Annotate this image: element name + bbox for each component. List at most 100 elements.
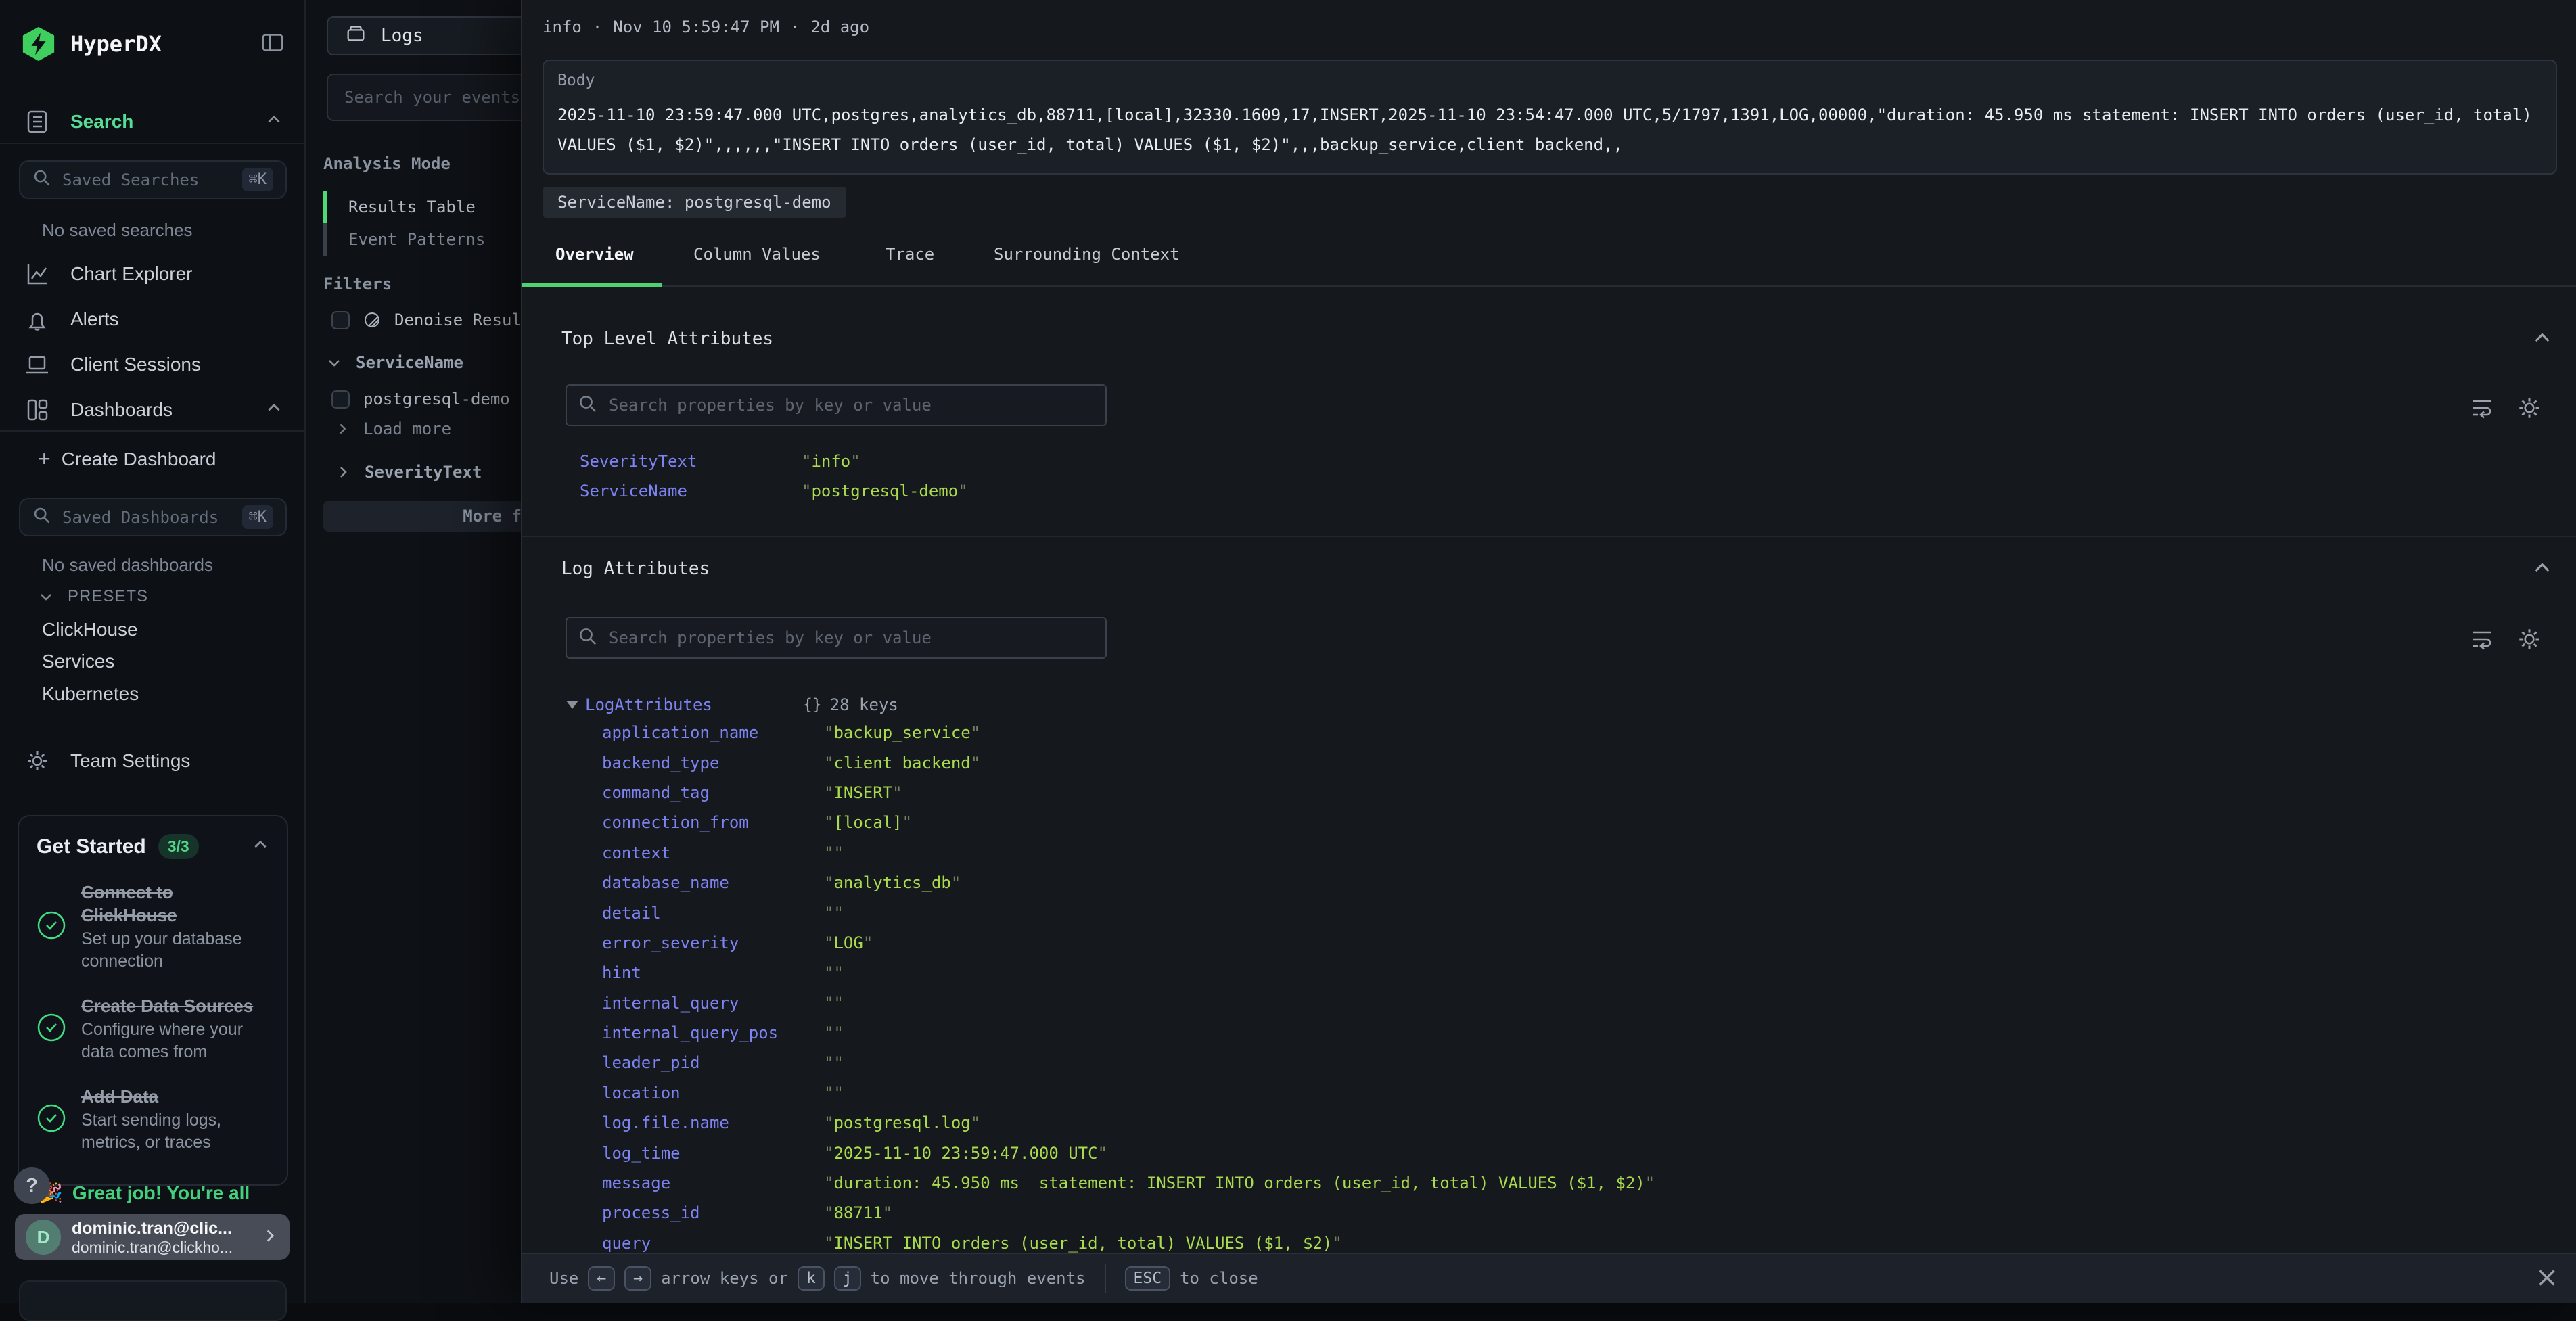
attribute-key[interactable]: process_id — [602, 1203, 824, 1222]
attribute-key[interactable]: internal_query — [602, 994, 824, 1013]
body-label: Body — [557, 72, 2542, 89]
help-button[interactable]: ? — [14, 1167, 50, 1204]
service-name-tag[interactable]: ServiceName: postgresql-demo — [543, 187, 846, 218]
filter-group-severitytext[interactable]: SeverityText — [335, 463, 482, 482]
attribute-value[interactable]: backup_service — [824, 723, 980, 742]
preset-item-services[interactable]: Services — [42, 651, 114, 672]
onboarding-step-add-data[interactable]: Add Data Start sending logs, metrics, or… — [37, 1085, 269, 1154]
attribute-value[interactable] — [824, 963, 844, 982]
attribute-key[interactable]: hint — [602, 963, 824, 982]
saved-searches-input[interactable]: ⌘K — [19, 160, 287, 199]
attribute-key[interactable]: backend_type — [602, 754, 824, 772]
preset-item-clickhouse[interactable]: ClickHouse — [42, 619, 138, 641]
chevron-up-icon[interactable] — [265, 111, 283, 133]
attribute-value[interactable] — [824, 843, 844, 862]
sidebar-collapse-icon[interactable] — [260, 30, 285, 59]
attribute-key[interactable]: application_name — [602, 723, 824, 742]
attribute-key[interactable]: query — [602, 1234, 824, 1253]
chevron-up-icon[interactable] — [252, 836, 269, 857]
log-attributes-search-input[interactable] — [609, 628, 1095, 647]
filter-group-servicename[interactable]: ServiceName — [326, 353, 463, 372]
sidebar-item-dashboards[interactable]: Dashboards — [0, 391, 306, 429]
log-body-box[interactable]: Body 2025-11-10 23:59:47.000 UTC,postgre… — [543, 60, 2557, 175]
sidebar-item-alerts[interactable]: Alerts — [0, 300, 306, 338]
attribute-value[interactable]: INSERT INTO orders (user_id, total) VALU… — [824, 1234, 1342, 1253]
sidebar-item-team-settings[interactable]: Team Settings — [0, 742, 306, 780]
filter-value-postgresql-demo[interactable]: postgresql-demo — [331, 390, 510, 409]
chevron-up-icon[interactable] — [2531, 327, 2553, 352]
attribute-key[interactable]: command_tag — [602, 783, 824, 802]
attribute-value[interactable] — [824, 994, 844, 1013]
attribute-key[interactable]: message — [602, 1174, 824, 1192]
attribute-key[interactable]: error_severity — [602, 933, 824, 952]
attribute-value[interactable]: client backend — [824, 754, 980, 772]
attribute-value[interactable]: LOG — [824, 933, 873, 952]
attribute-key[interactable]: SeverityText — [580, 452, 802, 471]
attribute-key[interactable]: detail — [602, 904, 824, 923]
gear-icon[interactable] — [2514, 624, 2545, 655]
selected-indicator — [323, 191, 327, 223]
log-attributes-root-row[interactable]: LogAttributes {} 28 keys — [566, 691, 898, 718]
attribute-value[interactable] — [824, 1053, 844, 1072]
service-checkbox[interactable] — [331, 390, 350, 409]
tab-column-values[interactable]: Column Values — [693, 245, 821, 264]
attribute-key[interactable]: context — [602, 843, 824, 862]
plus-icon: + — [38, 446, 51, 471]
saved-searches-field[interactable] — [62, 170, 231, 189]
get-started-header[interactable]: Get Started 3/3 — [37, 834, 269, 859]
attribute-value[interactable]: postgresql.log — [824, 1113, 980, 1132]
attribute-key[interactable]: LogAttributes — [585, 695, 803, 714]
attribute-value[interactable] — [824, 1023, 844, 1042]
wrap-lines-icon[interactable] — [2466, 624, 2498, 655]
attribute-value[interactable]: [local] — [824, 813, 912, 832]
onboarding-step-sources[interactable]: Create Data Sources Configure where your… — [37, 994, 269, 1063]
tab-overview[interactable]: Overview — [555, 245, 634, 264]
denoise-checkbox[interactable] — [331, 311, 350, 329]
attribute-key[interactable]: log_time — [602, 1144, 824, 1163]
chevron-up-icon[interactable] — [265, 399, 283, 421]
get-started-title: Get Started — [37, 835, 146, 858]
attribute-key[interactable]: ServiceName — [580, 482, 802, 501]
tab-trace[interactable]: Trace — [886, 245, 934, 264]
attribute-value[interactable] — [824, 904, 844, 923]
presets-group[interactable]: PRESETS — [38, 587, 148, 606]
attribute-value[interactable]: 88711 — [824, 1203, 892, 1222]
gear-icon[interactable] — [2514, 392, 2545, 423]
top-level-search-input[interactable] — [609, 396, 1095, 415]
load-more-button[interactable]: Load more — [335, 419, 451, 438]
tab-surrounding-context[interactable]: Surrounding Context — [994, 245, 1180, 264]
close-icon[interactable] — [2533, 1264, 2561, 1292]
top-level-search-box[interactable] — [566, 384, 1107, 426]
create-dashboard-button[interactable]: + Create Dashboard — [38, 446, 216, 471]
bottom-clipped-card[interactable] — [19, 1280, 287, 1321]
wrap-lines-icon[interactable] — [2466, 392, 2498, 423]
brand-name: HyperDX — [70, 31, 162, 57]
attribute-value[interactable]: postgresql-demo — [802, 482, 968, 501]
attribute-key[interactable]: internal_query_pos — [602, 1023, 824, 1042]
attribute-value[interactable]: INSERT — [824, 783, 902, 802]
sidebar-item-client-sessions[interactable]: Client Sessions — [0, 346, 306, 384]
attribute-value[interactable] — [824, 1084, 844, 1103]
attribute-key[interactable]: log.file.name — [602, 1113, 824, 1132]
attribute-value[interactable]: duration: 45.950 ms statement: INSERT IN… — [824, 1174, 1655, 1192]
search-icon — [32, 506, 51, 528]
attribute-value[interactable]: analytics_db — [824, 873, 961, 892]
hyperdx-logo-icon — [20, 26, 57, 62]
attribute-key[interactable]: leader_pid — [602, 1053, 824, 1072]
congrats-message: 🎉 Great job! You're all — [39, 1182, 250, 1204]
user-menu[interactable]: D dominic.tran@clic... dominic.tran@clic… — [15, 1214, 290, 1260]
denoise-results-filter[interactable]: Denoise Results — [331, 310, 541, 329]
attribute-key[interactable]: connection_from — [602, 813, 824, 832]
attribute-key[interactable]: database_name — [602, 873, 824, 892]
saved-dashboards-field[interactable] — [62, 508, 231, 527]
attribute-value[interactable]: 2025-11-10 23:59:47.000 UTC — [824, 1144, 1107, 1163]
onboarding-step-connect[interactable]: Connect to ClickHouse Set up your databa… — [37, 881, 269, 973]
attribute-value[interactable]: info — [802, 452, 860, 471]
sidebar-item-chart-explorer[interactable]: Chart Explorer — [0, 255, 306, 293]
log-attributes-search-box[interactable] — [566, 617, 1107, 659]
chevron-up-icon[interactable] — [2531, 557, 2553, 582]
attribute-key[interactable]: location — [602, 1084, 824, 1103]
saved-dashboards-input[interactable]: ⌘K — [19, 498, 287, 536]
preset-item-kubernetes[interactable]: Kubernetes — [42, 683, 139, 705]
sidebar-item-search[interactable]: Search — [0, 103, 306, 141]
